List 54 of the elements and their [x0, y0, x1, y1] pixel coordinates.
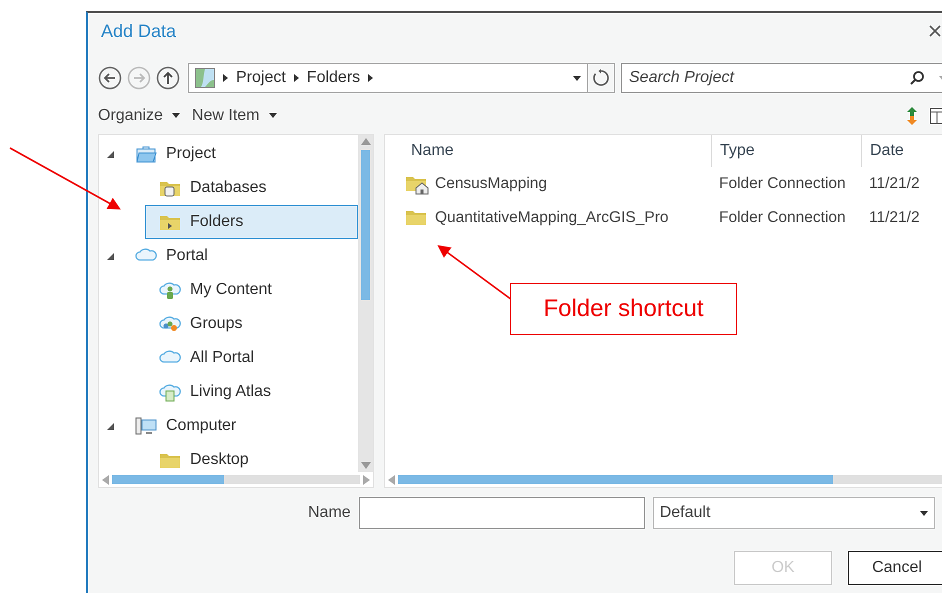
computer-icon	[135, 416, 157, 436]
tree-item[interactable]: Living Atlas	[145, 375, 358, 409]
dropdown-arrow-icon[interactable]	[573, 76, 581, 80]
cloud-icon	[159, 314, 181, 334]
scrollbar[interactable]	[99, 472, 373, 487]
expander-icon[interactable]	[107, 150, 114, 158]
tree-item[interactable]: My Content	[145, 273, 358, 307]
tree-item[interactable]: Databases	[145, 171, 358, 205]
cloud-icon	[159, 280, 181, 300]
breadcrumb-arrow-icon[interactable]	[294, 74, 299, 82]
toolbar-menu-button[interactable]: New Item	[192, 107, 276, 125]
refresh-icon	[592, 69, 610, 87]
breadcrumb-item[interactable]: Folders	[306, 69, 360, 87]
tree-item[interactable]: Portal	[99, 239, 358, 273]
file-name[interactable]: CensusMapping	[435, 175, 548, 193]
tree-item[interactable]: Folders	[145, 205, 358, 239]
expander-icon[interactable]	[107, 422, 114, 430]
column-header[interactable]: Date	[861, 135, 942, 167]
expander-icon[interactable]	[107, 252, 114, 260]
up-icon[interactable]	[156, 66, 180, 90]
window-title: Add Data	[100, 20, 178, 42]
map-icon	[195, 68, 215, 88]
search-field[interactable]: Search Project	[621, 63, 942, 93]
search-icon[interactable]	[909, 70, 925, 86]
table-cell-text: Folder Connection	[718, 209, 847, 227]
tree-item[interactable]: All Portal	[145, 341, 358, 375]
column-header[interactable]: Type	[711, 135, 861, 167]
column-header[interactable]: Name	[385, 135, 711, 167]
table-cell-text: 11/21/2	[868, 209, 921, 227]
briefcase-icon	[135, 144, 157, 164]
back-icon[interactable]	[98, 66, 122, 90]
breadcrumb-arrow-icon[interactable]	[223, 74, 228, 82]
close-icon[interactable]	[928, 24, 942, 38]
address-bar[interactable]: Project Folders	[188, 63, 588, 93]
cancel-button[interactable]: Cancel	[848, 551, 942, 585]
name-label: Name	[308, 504, 351, 522]
tree-item[interactable]: Desktop	[145, 443, 358, 477]
annotation-callout: Folder shortcut	[510, 283, 737, 335]
breadcrumb-arrow-icon[interactable]	[368, 74, 374, 82]
sort-arrows-icon[interactable]	[906, 106, 918, 126]
table-cell-text: Folder Connection	[718, 175, 847, 193]
tree-item[interactable]: Project	[99, 137, 358, 171]
scrollbar[interactable]	[358, 135, 373, 472]
table-cell-text: 11/21/2	[868, 175, 921, 193]
breadcrumb-item[interactable]: Project	[236, 69, 286, 87]
file-name[interactable]: QuantitativeMapping_ArcGIS_Pro	[435, 209, 668, 227]
refresh-button[interactable]	[587, 63, 615, 93]
toolbar-menu-button[interactable]: Organize	[98, 107, 180, 125]
name-field[interactable]	[358, 497, 645, 529]
tree-item[interactable]: Computer	[99, 409, 358, 443]
cloud-icon	[159, 382, 181, 402]
scrollbar[interactable]	[385, 472, 942, 487]
filter-dropdown[interactable]: Default	[652, 497, 935, 529]
tree-item[interactable]: Groups	[145, 307, 358, 341]
